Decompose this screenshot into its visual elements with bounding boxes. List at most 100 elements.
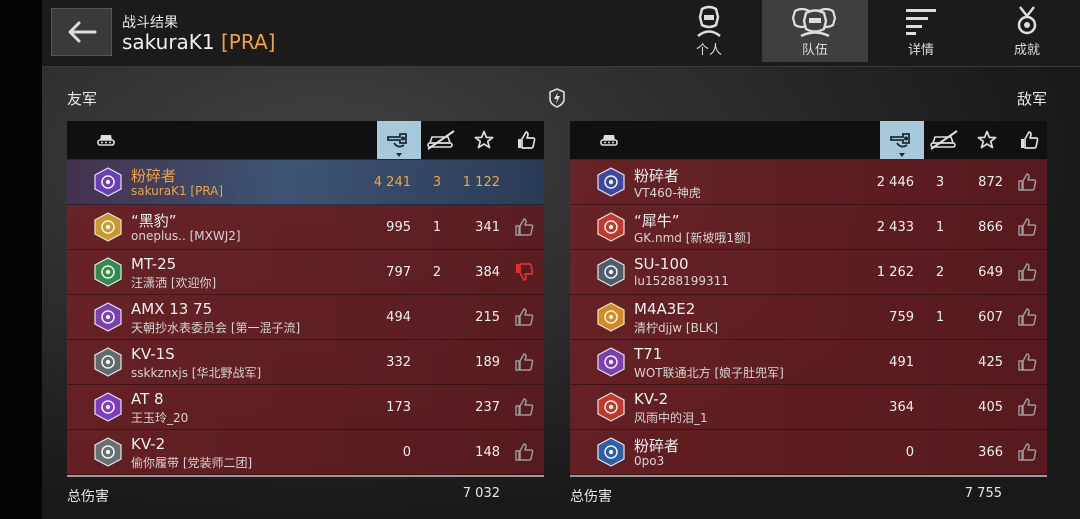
- vehicle-name: AT 8: [131, 390, 164, 408]
- kills-icon: [930, 130, 958, 150]
- player-name: 汪潇洒 [欢迎你]: [131, 276, 217, 290]
- tab-achievements[interactable]: 成就: [974, 0, 1080, 62]
- allies-rows: 粉碎者 sakuraK1 [PRA] 4 241 3 1 122 “黑豹” on…: [67, 160, 544, 475]
- personal-icon: [697, 5, 721, 37]
- enemies-table-header: [570, 121, 1047, 160]
- details-icon: [906, 9, 936, 35]
- enemies-total-damage: 7 755: [964, 486, 1002, 501]
- player-row[interactable]: 粉碎者 sakuraK1 [PRA] 4 241 3 1 122: [67, 160, 544, 205]
- thumbs-up-icon[interactable]: [1017, 442, 1037, 462]
- vehicle-class-badge-icon: [597, 257, 625, 287]
- thumbs-up-icon[interactable]: [1017, 352, 1037, 372]
- thumbs-up-icon[interactable]: [1017, 172, 1037, 192]
- kills-value: 3: [432, 174, 442, 190]
- tab-details-label: 详情: [907, 43, 934, 58]
- player-name: 王玉玲_20: [131, 411, 189, 425]
- player-row[interactable]: SU-100 lu15288199311 1 262 2 649: [570, 250, 1047, 295]
- player-name: sakuraK1 [PRA]: [131, 184, 224, 198]
- player-name: 天朝抄水表委员会 [第一混子流]: [131, 321, 301, 335]
- tab-personal-label: 个人: [695, 43, 722, 58]
- back-button[interactable]: [51, 8, 112, 56]
- damage-value: 2 433: [876, 219, 914, 235]
- kills-value: 1: [935, 219, 945, 235]
- arrow-left-icon: [68, 21, 96, 43]
- player-name: WOT联通北方 [娘子肚兜军]: [634, 366, 784, 380]
- player-row[interactable]: KV-2 风雨中的泪_1 364 405: [570, 385, 1047, 430]
- allies-label: 友军: [67, 90, 98, 108]
- sort-xp-column[interactable]: [462, 121, 506, 159]
- damage-value: 4 241: [373, 174, 411, 190]
- sort-damage-column[interactable]: [377, 121, 421, 159]
- tab-team[interactable]: 队伍: [762, 0, 868, 62]
- enemies-label: 敌军: [1016, 90, 1047, 108]
- damage-value: 995: [386, 219, 411, 235]
- player-row[interactable]: M4A3E2 清柠djjw [BLK] 759 1 607: [570, 295, 1047, 340]
- damage-value: 1 262: [876, 264, 914, 280]
- player-row[interactable]: 粉碎者 0po3 0 366: [570, 430, 1047, 475]
- player-row[interactable]: KV-1S sskkznxjs [华北野战军] 332 189: [67, 340, 544, 385]
- sort-kills-column[interactable]: [419, 121, 463, 159]
- tab-achievements-label: 成就: [1013, 43, 1040, 58]
- sort-damage-column[interactable]: [880, 121, 924, 159]
- vehicle-name: SU-100: [634, 255, 689, 273]
- player-row[interactable]: “黑豹” oneplus.. [MXWJ2] 995 1 341: [67, 205, 544, 250]
- player-row[interactable]: AMX 13 75 天朝抄水表委员会 [第一混子流] 494 215: [67, 295, 544, 340]
- battle-type-icon: [549, 88, 565, 108]
- vehicle-class-badge-icon: [597, 392, 625, 422]
- vehicle-class-badge-icon: [94, 257, 122, 287]
- vehicle-name: “犀牛”: [634, 212, 680, 230]
- thumbs-up-icon[interactable]: [514, 352, 534, 372]
- kills-value: 2: [935, 264, 945, 280]
- player-row[interactable]: AT 8 王玉玲_20 173 237: [67, 385, 544, 430]
- thumbs-up-icon[interactable]: [1017, 262, 1037, 282]
- damage-icon: [387, 133, 407, 148]
- allies-total-label: 总伤害: [67, 489, 109, 505]
- likes-column: [1007, 121, 1051, 159]
- tab-details[interactable]: 详情: [868, 0, 974, 62]
- thumbs-up-icon[interactable]: [1017, 397, 1037, 417]
- xp-value: 1 122: [462, 174, 500, 190]
- sort-xp-column[interactable]: [965, 121, 1009, 159]
- thumbs-up-icon[interactable]: [514, 397, 534, 417]
- page-title: 战斗结果: [122, 15, 178, 31]
- damage-value: 2 446: [876, 174, 914, 190]
- thumbs-up-icon[interactable]: [514, 217, 534, 237]
- vehicle-name: AMX 13 75: [131, 300, 213, 318]
- allies-table-header: [67, 121, 544, 160]
- player-row[interactable]: T71 WOT联通北方 [娘子肚兜军] 491 425: [570, 340, 1047, 385]
- damage-value: 332: [386, 354, 411, 370]
- damage-value: 491: [889, 354, 914, 370]
- player-row[interactable]: MT-25 汪潇洒 [欢迎你] 797 2 384: [67, 250, 544, 295]
- xp-value: 215: [475, 309, 500, 325]
- player-row[interactable]: 粉碎者 VT460-神虎 2 446 3 872: [570, 160, 1047, 205]
- player-row[interactable]: KV-2 偷你履带 [党装师二团] 0 148: [67, 430, 544, 475]
- xp-value: 341: [475, 219, 500, 235]
- vehicle-class-badge-icon: [94, 347, 122, 377]
- thumbs-up-icon[interactable]: [1017, 217, 1037, 237]
- vehicle-column-icon: [600, 135, 618, 146]
- xp-value: 866: [978, 219, 1003, 235]
- player-row[interactable]: “犀牛” GK.nmd [新坡哦1额] 2 433 1 866: [570, 205, 1047, 250]
- star-icon: [977, 130, 997, 149]
- player-clan: [PRA]: [221, 30, 276, 54]
- thumbs-up-icon[interactable]: [514, 442, 534, 462]
- sort-kills-column[interactable]: [922, 121, 966, 159]
- player-heading: sakuraK1 [PRA]: [122, 30, 275, 54]
- thumbs-up-icon[interactable]: [1017, 307, 1037, 327]
- tab-team-label: 队伍: [801, 43, 828, 58]
- allies-panel: 粉碎者 sakuraK1 [PRA] 4 241 3 1 122 “黑豹” on…: [67, 121, 544, 477]
- tab-personal[interactable]: 个人: [656, 0, 762, 62]
- thumbs-down-icon[interactable]: [514, 262, 534, 282]
- kills-value: 1: [935, 309, 945, 325]
- xp-value: 148: [475, 444, 500, 460]
- vehicle-name: T71: [634, 345, 663, 363]
- xp-value: 366: [978, 444, 1003, 460]
- player-name: 清柠djjw [BLK]: [634, 321, 719, 335]
- vehicle-class-badge-icon: [597, 437, 625, 467]
- xp-value: 872: [978, 174, 1003, 190]
- thumbs-up-icon[interactable]: [514, 307, 534, 327]
- enemies-total-label: 总伤害: [570, 489, 612, 505]
- vehicle-name: M4A3E2: [634, 300, 696, 318]
- tab-bar: 个人 队伍 详情 成就: [656, 0, 1080, 66]
- vehicle-name: 粉碎者: [634, 437, 680, 455]
